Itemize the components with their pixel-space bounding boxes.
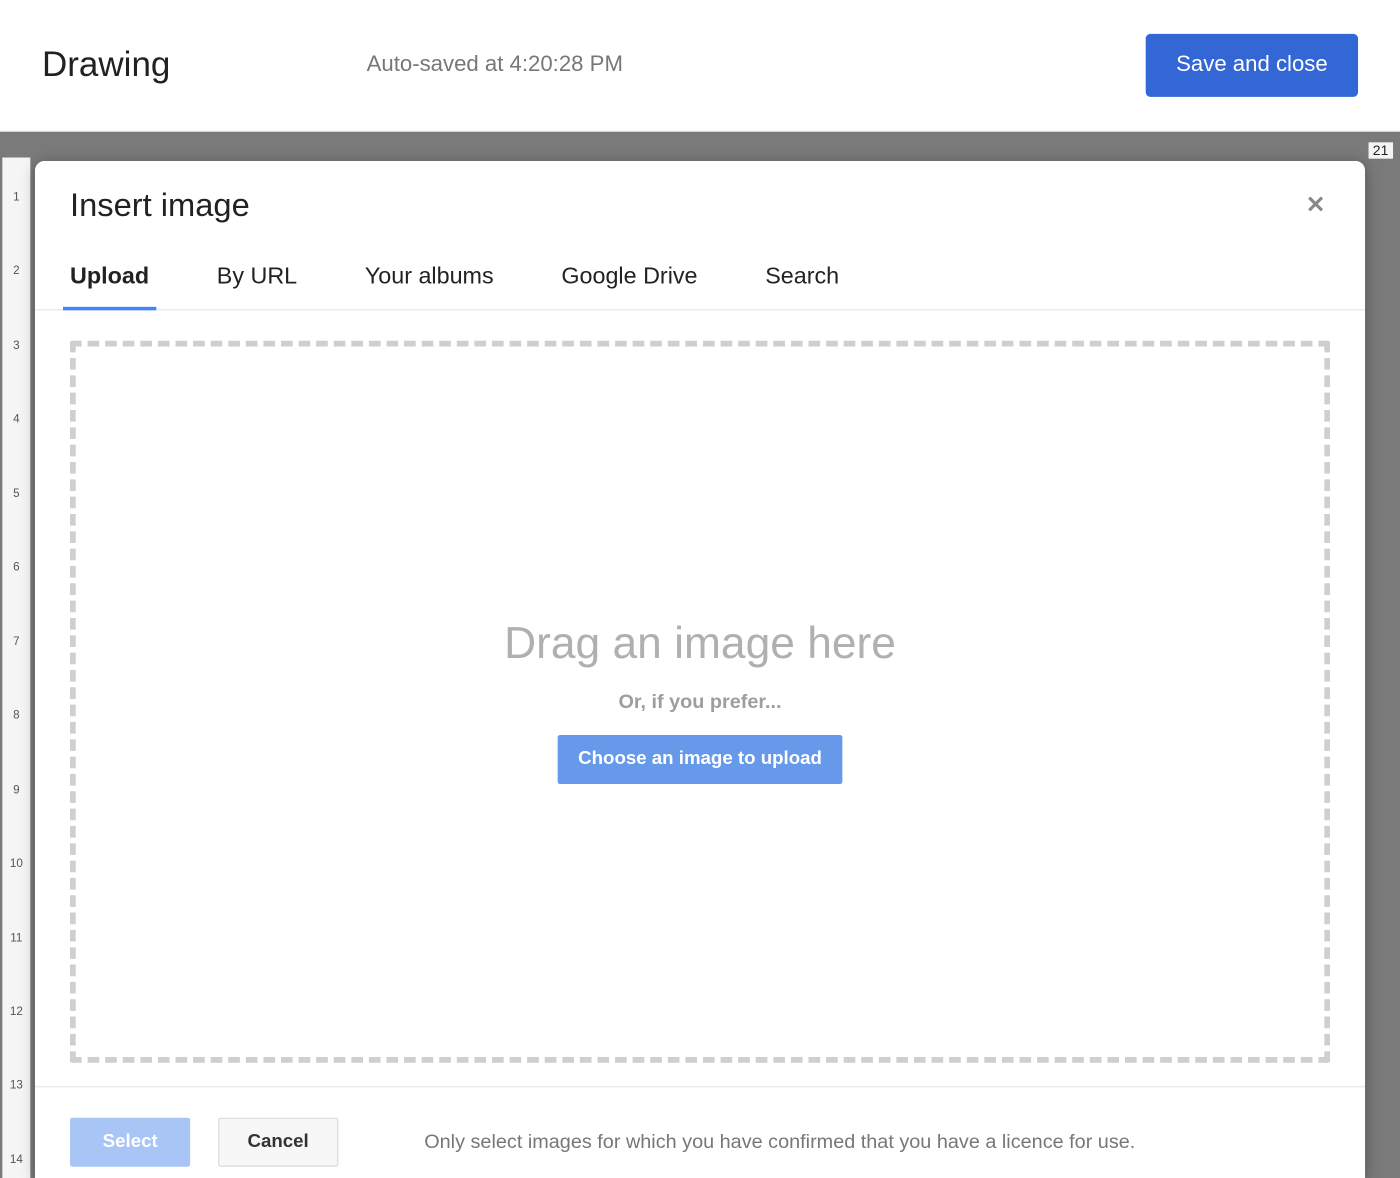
choose-image-button[interactable]: Choose an image to upload <box>557 735 843 784</box>
drawing-header: Drawing Auto-saved at 4:20:28 PM Save an… <box>0 0 1400 132</box>
ruler-tick: 5 <box>5 489 28 501</box>
close-icon[interactable]: ✕ <box>1301 189 1330 222</box>
autosave-status: Auto-saved at 4:20:28 PM <box>367 53 623 79</box>
save-and-close-button[interactable]: Save and close <box>1146 34 1358 97</box>
ruler-tick: 7 <box>5 637 28 649</box>
ruler-tick: 10 <box>5 859 28 871</box>
modal-header: Insert image ✕ <box>35 161 1365 236</box>
ruler-tick: 13 <box>5 1081 28 1093</box>
or-text: Or, if you prefer... <box>618 691 781 714</box>
tab-your-albums[interactable]: Your albums <box>365 264 494 310</box>
app-title: Drawing <box>42 46 170 86</box>
tab-search[interactable]: Search <box>765 264 839 310</box>
tab-upload[interactable]: Upload <box>70 264 149 310</box>
ruler-tick: 2 <box>5 267 28 279</box>
horizontal-ruler-tick: 21 <box>1368 142 1393 158</box>
cancel-button[interactable]: Cancel <box>218 1118 338 1167</box>
ruler-tick: 3 <box>5 341 28 353</box>
licence-note: Only select images for which you have co… <box>424 1131 1135 1154</box>
tab-google-drive[interactable]: Google Drive <box>561 264 697 310</box>
upload-dropzone[interactable]: Drag an image here Or, if you prefer... … <box>70 341 1330 1063</box>
select-button[interactable]: Select <box>70 1118 190 1167</box>
vertical-ruler: 1 2 3 4 5 6 7 8 9 10 11 12 13 14 <box>2 158 30 1178</box>
drag-instruction: Drag an image here <box>504 620 896 670</box>
ruler-tick: 1 <box>5 193 28 205</box>
modal-tabs: Upload By URL Your albums Google Drive S… <box>35 236 1365 311</box>
modal-footer: Select Cancel Only select images for whi… <box>35 1086 1365 1178</box>
ruler-tick: 12 <box>5 1007 28 1019</box>
ruler-tick: 11 <box>5 933 28 945</box>
ruler-tick: 8 <box>5 711 28 723</box>
ruler-tick: 6 <box>5 563 28 575</box>
insert-image-modal: Insert image ✕ Upload By URL Your albums… <box>35 161 1365 1178</box>
ruler-tick: 14 <box>5 1155 28 1167</box>
modal-title: Insert image <box>70 187 250 224</box>
ruler-tick: 9 <box>5 785 28 797</box>
tab-by-url[interactable]: By URL <box>217 264 297 310</box>
ruler-tick: 4 <box>5 415 28 427</box>
